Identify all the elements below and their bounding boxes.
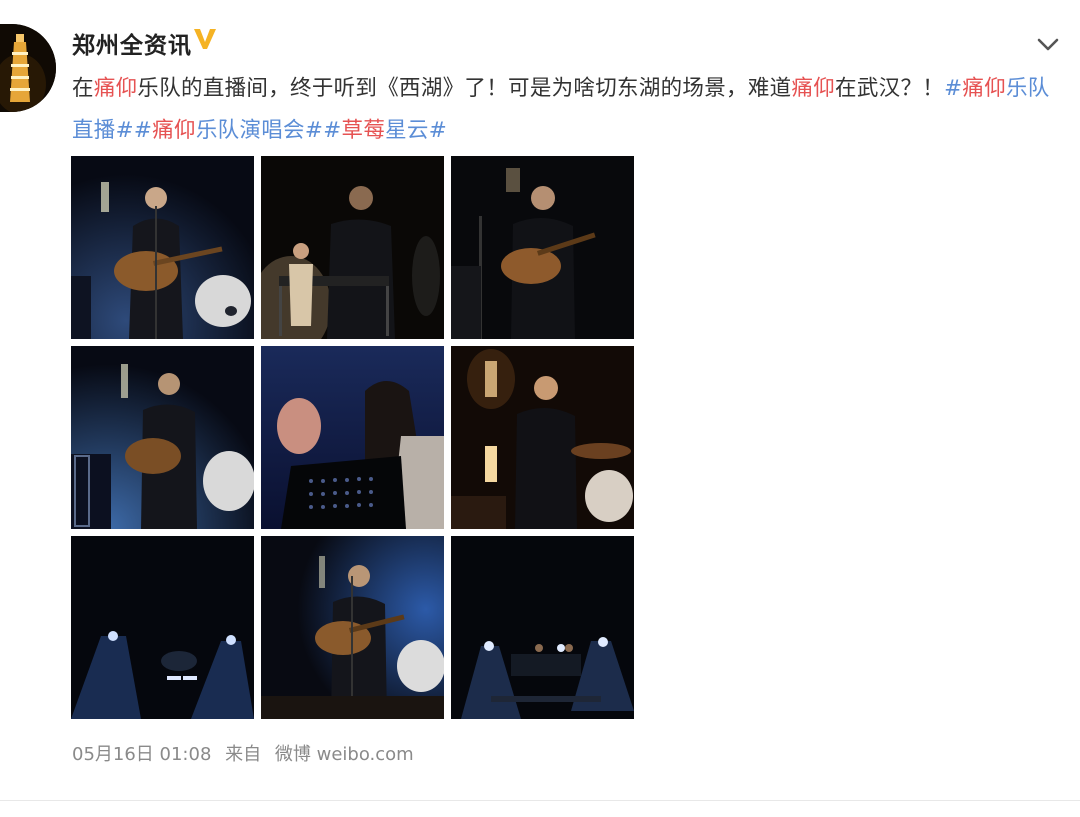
post-date[interactable]: 05月16日 01:08: [72, 744, 211, 765]
hashtag-link[interactable]: 星云#: [385, 118, 447, 143]
keyword-highlight[interactable]: 痛仰: [962, 76, 1006, 101]
photo-2[interactable]: [261, 156, 444, 339]
post-text-segment: 在: [72, 76, 94, 101]
photo-1[interactable]: [71, 156, 254, 339]
pagoda-image: [0, 24, 56, 112]
keyword-highlight[interactable]: 痛仰: [152, 118, 196, 143]
hashtag-link[interactable]: 乐队演唱会#: [196, 118, 323, 143]
author-name[interactable]: 郑州全资讯: [72, 26, 192, 60]
hashtag-link[interactable]: #: [944, 76, 962, 101]
post-text-segment: 乐队的直播间，终于听到《西湖》了！可是为啥切东湖的场景，难道: [137, 76, 792, 101]
post-text: 在痛仰乐队的直播间，终于听到《西湖》了！可是为啥切东湖的场景，难道痛仰在武汉？！…: [72, 68, 1052, 152]
photo-4[interactable]: [71, 346, 254, 529]
divider: [0, 800, 1080, 801]
chevron-down-icon[interactable]: [1034, 30, 1062, 58]
photo-3[interactable]: [451, 156, 634, 339]
photo-7[interactable]: [71, 536, 254, 719]
keyword-highlight[interactable]: 痛仰: [94, 76, 138, 101]
photo-5[interactable]: [261, 346, 444, 529]
photo-grid: [71, 156, 635, 720]
photo-8[interactable]: [261, 536, 444, 719]
hashtag-link[interactable]: #: [323, 118, 341, 143]
post-meta: 05月16日 01:08 来自 微博 weibo.com: [72, 740, 422, 766]
source-prefix: 来自: [225, 744, 262, 765]
avatar[interactable]: [0, 24, 56, 112]
verified-v-icon: [194, 29, 216, 49]
source-name[interactable]: 微博 weibo.com: [275, 744, 414, 765]
photo-6[interactable]: [451, 346, 634, 529]
keyword-highlight[interactable]: 痛仰: [791, 76, 835, 101]
photo-9[interactable]: [451, 536, 634, 719]
hashtag-link[interactable]: #: [134, 118, 152, 143]
post-text-segment: 在武汉？！: [835, 76, 945, 101]
keyword-highlight[interactable]: 草莓: [342, 118, 386, 143]
